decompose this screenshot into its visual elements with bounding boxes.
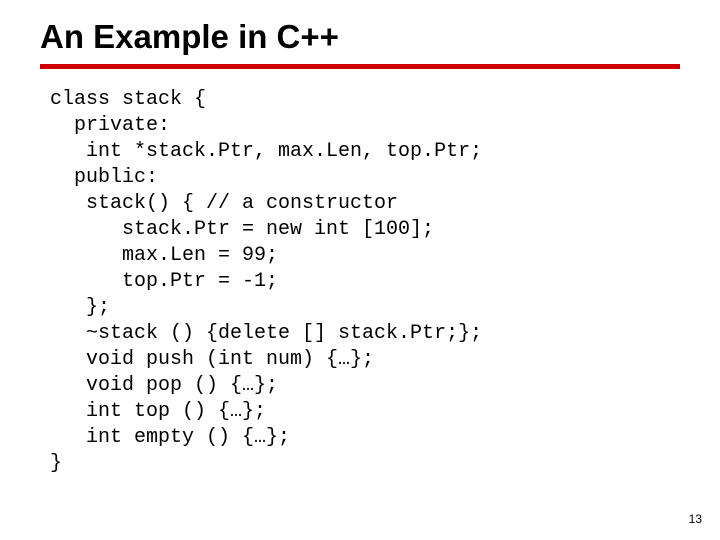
code-line: private: bbox=[50, 114, 170, 137]
code-line: top.Ptr = -1; bbox=[50, 270, 278, 293]
code-line: } bbox=[50, 452, 62, 475]
code-line: class stack { bbox=[50, 88, 206, 111]
code-line: void push (int num) {…}; bbox=[50, 348, 374, 371]
code-line: }; bbox=[50, 296, 110, 319]
code-line: public: bbox=[50, 166, 158, 189]
code-line: stack() { // a constructor bbox=[50, 192, 398, 215]
slide: An Example in C++ class stack { private:… bbox=[0, 0, 720, 540]
page-number: 13 bbox=[689, 512, 702, 526]
code-line: void pop () {…}; bbox=[50, 374, 278, 397]
code-line: stack.Ptr = new int [100]; bbox=[50, 218, 434, 241]
title-underline bbox=[40, 64, 680, 69]
code-block: class stack { private: int *stack.Ptr, m… bbox=[50, 87, 680, 477]
code-line: int top () {…}; bbox=[50, 400, 266, 423]
code-line: max.Len = 99; bbox=[50, 244, 278, 267]
code-line: int *stack.Ptr, max.Len, top.Ptr; bbox=[50, 140, 482, 163]
code-line: int empty () {…}; bbox=[50, 426, 290, 449]
code-line: ~stack () {delete [] stack.Ptr;}; bbox=[50, 322, 482, 345]
slide-title: An Example in C++ bbox=[40, 18, 680, 56]
